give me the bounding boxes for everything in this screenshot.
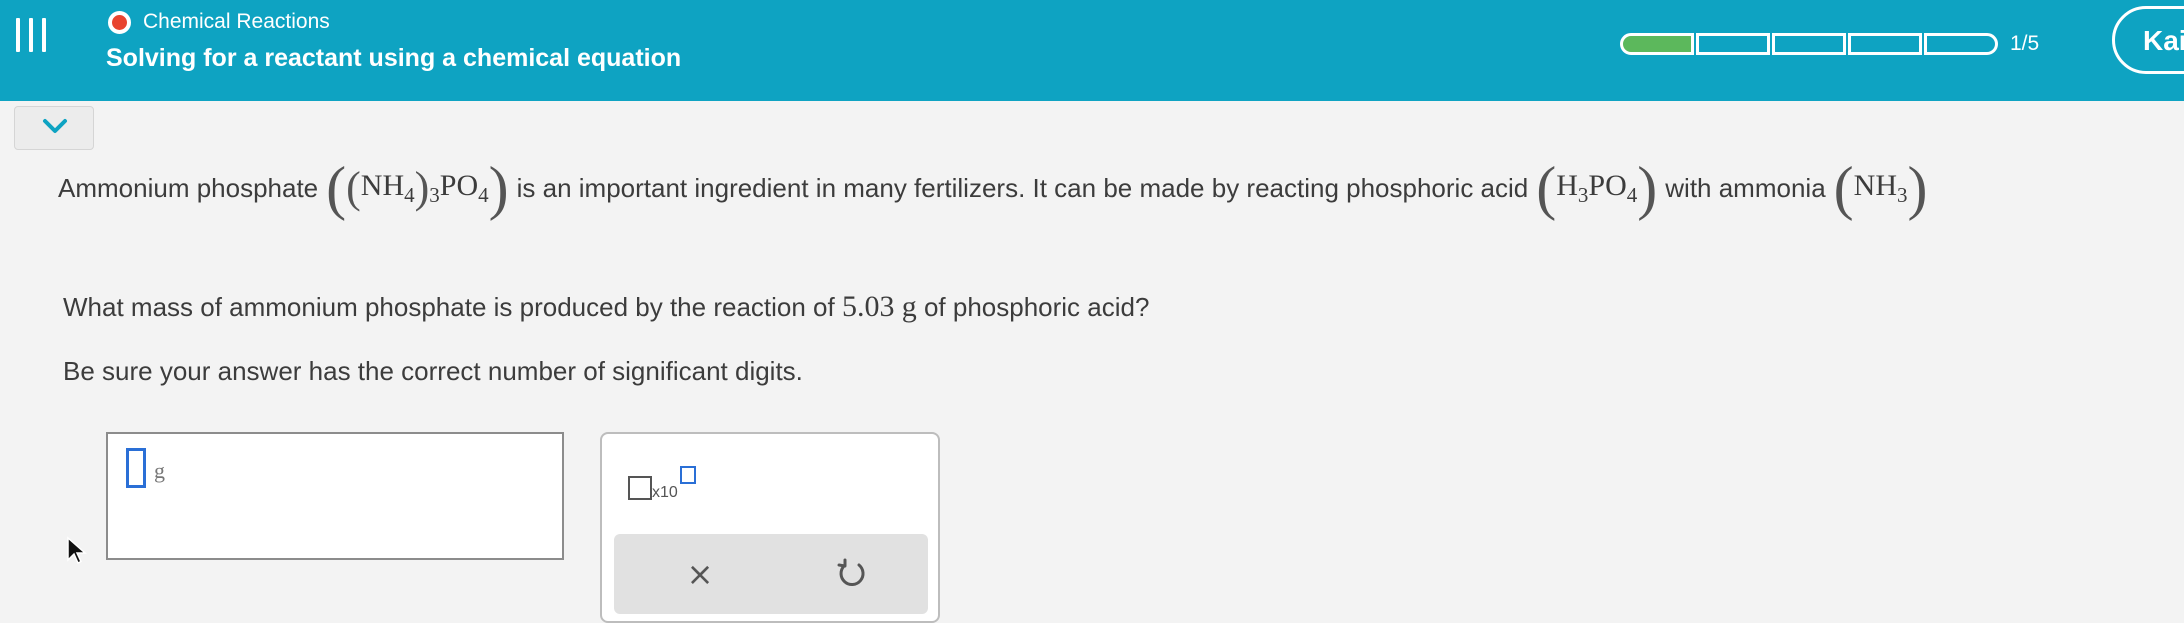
problem-intro: Ammonium phosphate (( NH4 ) 3PO4 ) is an… (58, 158, 1935, 218)
undo-reset-icon (837, 558, 865, 586)
formula-subscript: 3 (1577, 182, 1589, 207)
formula-subscript: 3 (1897, 182, 1908, 207)
progress-segment (1848, 33, 1922, 55)
close-icon: × (686, 555, 714, 593)
scientific-notation-button[interactable]: x10 (628, 466, 718, 516)
answer-unit: g (154, 458, 165, 483)
sci-notation-label: x10 (652, 484, 678, 501)
question-text: What mass of ammonium phosphate is produ… (63, 290, 1149, 324)
formula-part: H (1556, 168, 1578, 202)
topic-row: Chemical Reactions (108, 8, 330, 36)
sci-notation-base-box (628, 476, 652, 500)
mouse-pointer-icon (67, 536, 87, 565)
formula-part: PO (439, 168, 479, 202)
formula-ammonia: ( NH3 ) (1833, 155, 1928, 221)
formula-subscript: 4 (404, 182, 415, 207)
page-title: Solving for a reactant using a chemical … (106, 44, 682, 72)
chevron-down-icon (43, 119, 67, 133)
formula-subscript: 4 (1626, 182, 1638, 207)
formula-subscript: 4 (478, 182, 489, 207)
answer-input-box[interactable]: g (106, 432, 564, 560)
progress-bar: 1/5 (1620, 32, 2039, 56)
question-after: of phosphoric acid? (923, 292, 1150, 322)
formula-part: NH (360, 168, 405, 202)
question-unit: g (901, 290, 917, 323)
instruction-text: Be sure your answer has the correct numb… (63, 356, 803, 386)
intro-text-1: Ammonium phosphate (58, 172, 319, 203)
progress-segment (1620, 33, 1694, 55)
clear-button[interactable]: × (674, 548, 726, 600)
collapse-button[interactable] (14, 106, 94, 150)
intro-text-2: is an important ingredient in many ferti… (516, 172, 1529, 203)
question-before: What mass of ammonium phosphate is produ… (63, 292, 835, 322)
hamburger-menu-icon[interactable] (16, 18, 46, 52)
intro-text-3: with ammonia (1665, 172, 1826, 203)
formula-ammonium-phosphate: (( NH4 ) 3PO4 ) (326, 155, 509, 221)
progress-count: 1/5 (2010, 32, 2040, 55)
action-bar: × (614, 534, 928, 614)
progress-segment (1772, 33, 1846, 55)
formula-part: NH (1853, 168, 1897, 202)
question-value: 5.03 (841, 290, 895, 323)
answer-input-field[interactable] (126, 448, 146, 488)
sci-notation-exponent-box (680, 466, 696, 484)
topic-label: Chemical Reactions (143, 10, 330, 33)
reset-button[interactable] (826, 548, 878, 600)
formula-subscript: 3 (429, 182, 440, 207)
topic-status-ring-icon (108, 10, 131, 34)
math-tool-panel: x10 × (600, 432, 940, 623)
profile-button[interactable]: Kai (2112, 6, 2184, 74)
profile-label: Kai (2143, 25, 2184, 56)
formula-part: PO (1588, 168, 1627, 202)
formula-phosphoric-acid: ( H3PO4 ) (1536, 155, 1658, 221)
top-bar: Chemical Reactions Solving for a reactan… (0, 0, 2184, 101)
progress-segment (1696, 33, 1770, 55)
progress-segment (1924, 33, 1998, 55)
